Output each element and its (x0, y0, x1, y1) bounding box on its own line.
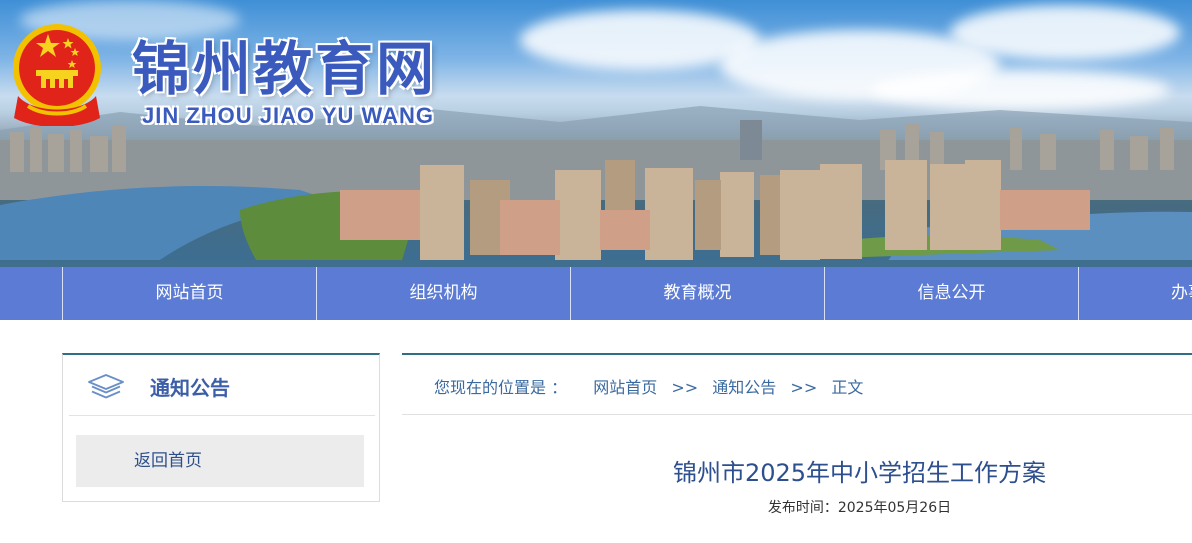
nav-item-organization[interactable]: 组织机构 (316, 267, 570, 320)
national-emblem-icon (13, 24, 101, 126)
article-title: 锦州市2025年中小学招生工作方案 (672, 459, 1047, 487)
breadcrumb-divider (402, 414, 1192, 415)
sidebar: 通知公告 返回首页 (62, 353, 380, 502)
article-date: 发布时间：2025年05月26日 (402, 497, 1192, 517)
site-title: 锦州教育网 (132, 35, 438, 103)
nav-item-home[interactable]: 网站首页 (62, 267, 316, 320)
article-date-value: 2025年05月26日 (837, 500, 952, 516)
breadcrumb-current: 正文 (831, 378, 864, 397)
sidebar-header: 通知公告 (63, 355, 379, 415)
breadcrumb: 您现在的位置是 ： 网站首页 >> 通知公告 >> 正文 (434, 374, 863, 398)
nav-item-services[interactable]: 办事 (1078, 267, 1192, 320)
main-content: 您现在的位置是 ： 网站首页 >> 通知公告 >> 正文 锦州市2025年中小学… (402, 353, 1192, 543)
breadcrumb-home[interactable]: 网站首页 (593, 374, 657, 398)
stack-layers-icon (88, 374, 124, 399)
sidebar-title: 通知公告 (150, 376, 230, 400)
banner-cloud (950, 5, 1180, 60)
nav-item-overview[interactable]: 教育概况 (570, 267, 824, 320)
breadcrumb-notices[interactable]: 通知公告 (712, 374, 776, 398)
header-banner: 锦州教育网 JIN ZHOU JIAO YU WANG (0, 0, 1192, 267)
main-nav: 网站首页 组织机构 教育概况 信息公开 办事 (0, 267, 1192, 320)
nav-item-info-disclosure[interactable]: 信息公开 (824, 267, 1078, 320)
site-subtitle: JIN ZHOU JIAO YU WANG (142, 103, 434, 128)
main-top-border (402, 353, 1192, 355)
breadcrumb-separator: >> (790, 378, 818, 397)
breadcrumb-separator: >> (671, 378, 699, 397)
article-date-label: 发布时间： (767, 500, 838, 516)
banner-cityscape (0, 120, 1192, 267)
breadcrumb-prefix: 您现在的位置是 ： (434, 378, 568, 397)
back-home-link[interactable]: 返回首页 (76, 435, 364, 487)
sidebar-divider (69, 415, 375, 416)
